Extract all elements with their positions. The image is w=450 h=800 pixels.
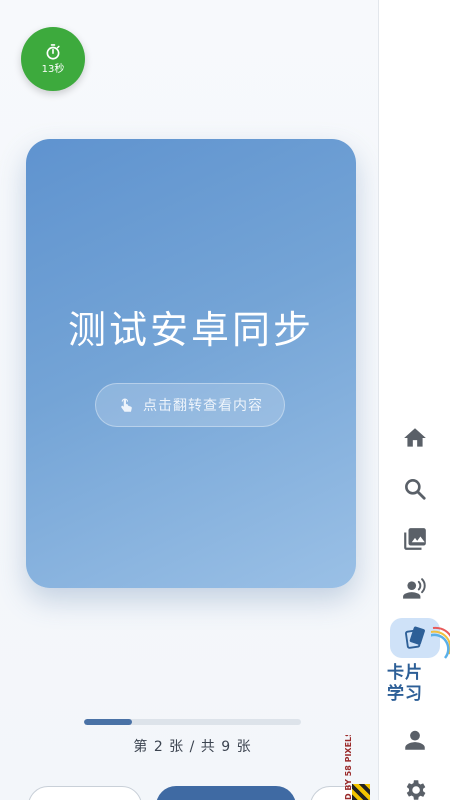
app-screen: 13秒 测试安卓同步 点击翻转查看内容 第 2 张 / 共 9 张 D BY 5… bbox=[0, 0, 450, 800]
stopwatch-icon bbox=[46, 43, 60, 60]
flip-hint-label: 点击翻转查看内容 bbox=[143, 398, 263, 414]
nav-item-settings[interactable] bbox=[397, 772, 433, 800]
voice-speaker-icon bbox=[403, 578, 426, 599]
nav-item-flashcards-label: 卡片 学习 bbox=[387, 663, 423, 704]
navigation-rail: 卡片 学习 bbox=[379, 0, 450, 800]
hazard-stripe bbox=[352, 784, 370, 800]
study-area: 13秒 测试安卓同步 点击翻转查看内容 第 2 张 / 共 9 张 D BY 5… bbox=[0, 0, 378, 800]
timer-text: 13秒 bbox=[41, 63, 65, 75]
person-icon bbox=[405, 730, 425, 750]
search-icon bbox=[405, 479, 426, 500]
timer-badge: 13秒 bbox=[21, 27, 85, 91]
home-icon bbox=[404, 428, 426, 447]
progress-bar bbox=[84, 719, 301, 725]
progress-fill bbox=[84, 719, 132, 725]
flip-hint-button[interactable]: 点击翻转查看内容 bbox=[95, 383, 285, 427]
image-icon bbox=[404, 528, 426, 550]
nav-item-profile[interactable] bbox=[397, 722, 433, 758]
flashcard[interactable]: 测试安卓同步 点击翻转查看内容 bbox=[26, 139, 356, 588]
previous-button[interactable] bbox=[28, 786, 142, 800]
nav-item-images[interactable] bbox=[397, 521, 433, 557]
gear-icon bbox=[406, 780, 426, 800]
nav-item-voice[interactable] bbox=[397, 572, 433, 608]
nav-item-search[interactable] bbox=[397, 471, 433, 507]
card-title: 测试安卓同步 bbox=[67, 308, 314, 352]
progress-text: 第 2 张 / 共 9 张 bbox=[133, 739, 252, 755]
nav-item-home[interactable] bbox=[397, 420, 433, 456]
touch-icon bbox=[121, 398, 132, 412]
flashcard-icon bbox=[405, 626, 425, 649]
next-button[interactable] bbox=[156, 786, 296, 800]
